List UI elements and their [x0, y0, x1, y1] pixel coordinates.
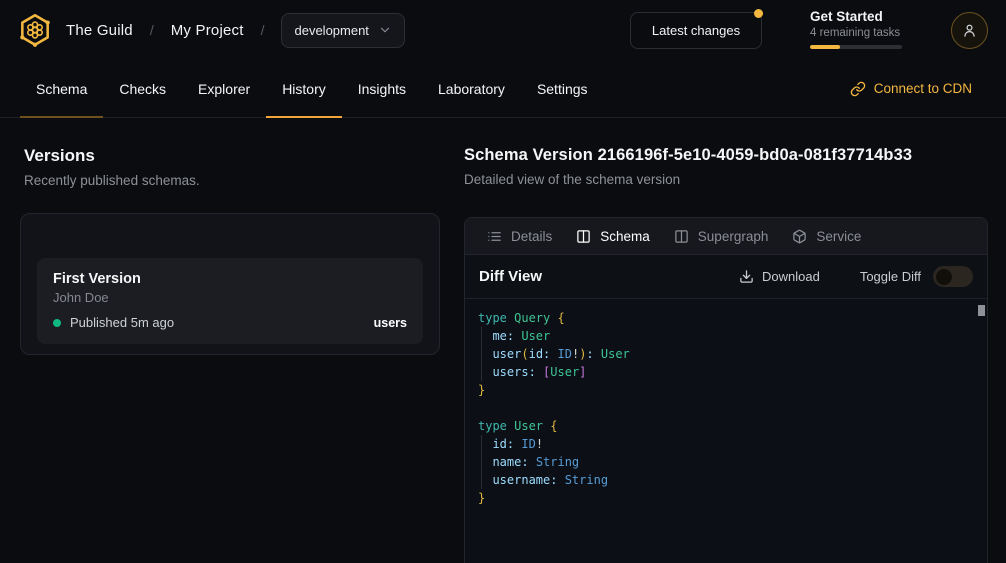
person-icon: [961, 22, 978, 39]
tab-details-label: Details: [511, 229, 552, 244]
download-icon: [739, 269, 754, 284]
top-bar: The Guild / My Project / development Lat…: [0, 0, 1006, 60]
version-status: Published 5m ago: [70, 315, 174, 330]
versions-list-card: First Version John Doe Published 5m ago …: [20, 213, 440, 355]
version-detail-header: Schema Version 2166196f-5e10-4059-bd0a-0…: [464, 146, 994, 187]
notification-dot: [754, 9, 763, 18]
download-button[interactable]: Download: [739, 269, 820, 284]
toggle-diff-switch[interactable]: [933, 266, 973, 287]
cube-icon: [792, 229, 807, 244]
nav-tab-label: Settings: [537, 81, 588, 97]
diff-toolbar: Diff View Download Toggle Diff: [465, 255, 987, 299]
nav-tab-label: Laboratory: [438, 81, 505, 97]
versions-header: Versions Recently published schemas.: [24, 146, 200, 188]
published-status-dot: [53, 319, 61, 327]
diff-view-title: Diff View: [479, 268, 542, 285]
version-name: First Version: [53, 271, 407, 287]
tab-service-label: Service: [816, 229, 861, 244]
tab-underline: [422, 116, 521, 118]
latest-changes-label: Latest changes: [652, 23, 740, 38]
get-started-widget[interactable]: Get Started 4 remaining tasks: [810, 9, 906, 49]
list-icon: [487, 229, 502, 244]
hive-logo-icon[interactable]: [16, 11, 54, 49]
schema-sdl-code[interactable]: type Query { me: User user(id: ID!): Use…: [465, 299, 987, 563]
get-started-progress-track: [810, 45, 902, 49]
tab-schema-label: Schema: [600, 229, 650, 244]
nav-tab-insights[interactable]: Insights: [342, 60, 422, 117]
indent-guide: [481, 327, 482, 381]
tab-underline: [103, 116, 182, 118]
version-detail-subtitle: Detailed view of the schema version: [464, 172, 994, 187]
nav-tab-schema[interactable]: Schema: [20, 60, 103, 117]
tab-supergraph[interactable]: Supergraph: [662, 218, 781, 254]
nav-tab-history[interactable]: History: [266, 60, 342, 117]
target-dropdown[interactable]: development: [281, 13, 404, 48]
download-label: Download: [762, 269, 820, 284]
tab-supergraph-label: Supergraph: [698, 229, 769, 244]
breadcrumb-separator: /: [261, 22, 265, 38]
user-avatar[interactable]: [951, 12, 988, 49]
nav-tab-explorer[interactable]: Explorer: [182, 60, 266, 117]
tab-underline: [182, 116, 266, 118]
columns-icon: [674, 229, 689, 244]
get-started-progress-fill: [810, 45, 840, 49]
versions-title: Versions: [24, 146, 200, 166]
tab-service[interactable]: Service: [780, 218, 873, 254]
version-author: John Doe: [53, 290, 407, 305]
versions-subtitle: Recently published schemas.: [24, 173, 200, 188]
version-detail-panel: Details Schema Supergraph: [464, 217, 988, 563]
tab-underline: [521, 116, 604, 118]
version-detail-title: Schema Version 2166196f-5e10-4059-bd0a-0…: [464, 146, 994, 165]
latest-changes-button[interactable]: Latest changes: [630, 12, 762, 49]
version-list-item[interactable]: First Version John Doe Published 5m ago …: [37, 258, 423, 344]
tab-underline: [20, 116, 103, 118]
toggle-diff-label: Toggle Diff: [860, 269, 921, 284]
nav-tab-label: Explorer: [198, 81, 250, 97]
breadcrumb-project[interactable]: My Project: [171, 22, 244, 39]
nav-tab-label: Schema: [36, 81, 87, 97]
detail-tabs: Details Schema Supergraph: [465, 218, 987, 255]
breadcrumb-org[interactable]: The Guild: [66, 22, 133, 39]
indent-guide: [481, 435, 482, 489]
nav-tab-label: Insights: [358, 81, 406, 97]
tab-schema[interactable]: Schema: [564, 218, 662, 254]
code-lines: type Query { me: User user(id: ID!): Use…: [478, 309, 987, 507]
nav-tab-laboratory[interactable]: Laboratory: [422, 60, 521, 117]
target-dropdown-value: development: [294, 23, 368, 38]
nav-tab-settings[interactable]: Settings: [521, 60, 604, 117]
connect-to-cdn-button[interactable]: Connect to CDN: [850, 60, 972, 117]
target-nav: Schema Checks Explorer History Insights …: [0, 60, 1006, 118]
columns-icon: [576, 229, 591, 244]
get-started-title: Get Started: [810, 9, 906, 24]
link-icon: [850, 81, 866, 97]
nav-tab-label: Checks: [119, 81, 166, 97]
switch-knob: [936, 269, 952, 285]
tab-underline: [342, 116, 422, 118]
nav-tab-label: History: [282, 81, 326, 97]
get-started-subtitle: 4 remaining tasks: [810, 27, 906, 39]
tab-details[interactable]: Details: [475, 218, 564, 254]
breadcrumb-separator: /: [150, 22, 154, 38]
version-service-badge: users: [374, 316, 407, 330]
scrollbar-thumb[interactable]: [978, 305, 985, 316]
connect-to-cdn-label: Connect to CDN: [874, 81, 972, 96]
tab-underline: [266, 116, 342, 118]
chevron-down-icon: [378, 23, 392, 37]
nav-tab-checks[interactable]: Checks: [103, 60, 182, 117]
breadcrumb: The Guild / My Project / development: [66, 0, 405, 60]
